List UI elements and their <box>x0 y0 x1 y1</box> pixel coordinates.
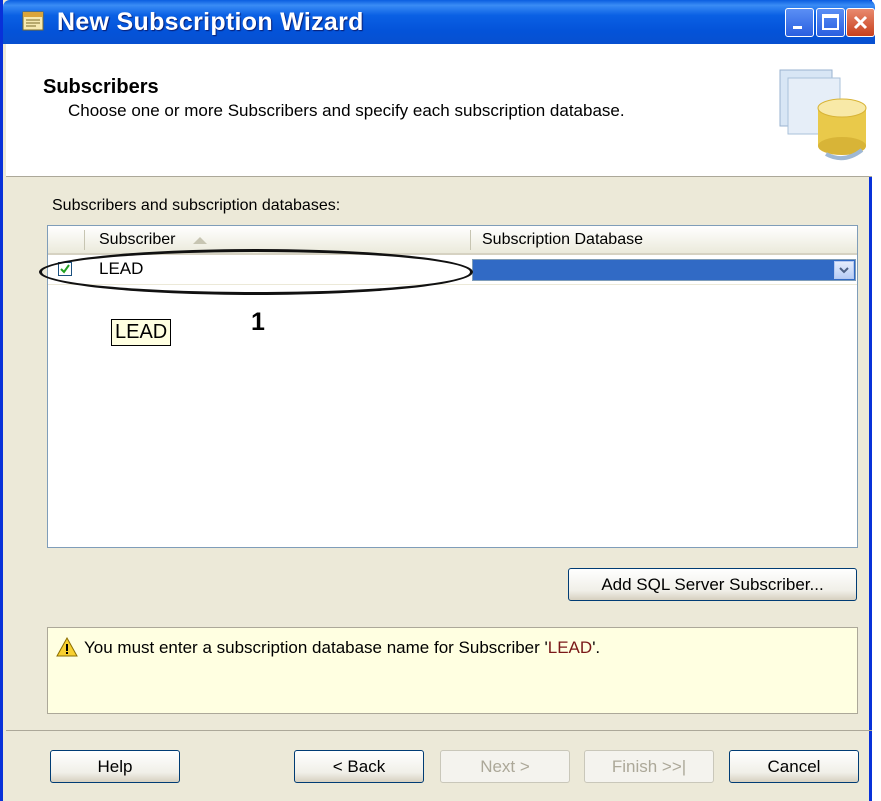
cancel-button[interactable]: Cancel <box>729 750 859 783</box>
column-header-subscription-database[interactable]: Subscription Database <box>482 226 852 253</box>
highlight-annotation <box>39 249 473 295</box>
finish-button[interactable]: Finish >>| <box>584 750 714 783</box>
page-title: Subscribers <box>43 76 159 98</box>
minimize-button[interactable] <box>785 8 814 37</box>
validation-message: You must enter a subscription database n… <box>84 638 600 658</box>
back-button[interactable]: < Back <box>294 750 424 783</box>
maximize-icon <box>822 14 839 30</box>
subscription-database-select[interactable] <box>472 259 856 281</box>
validation-message-panel: You must enter a subscription database n… <box>47 627 858 714</box>
column-header-subscriber-label: Subscriber <box>99 231 176 248</box>
add-sql-server-subscriber-button[interactable]: Add SQL Server Subscriber... <box>568 568 857 601</box>
wizard-window: New Subscription Wizard Subscribers Choo… <box>0 0 875 801</box>
column-separator <box>84 230 85 250</box>
warning-icon <box>56 637 78 657</box>
checkbox-column-header[interactable] <box>48 226 84 253</box>
subscribers-label: Subscribers and subscription databases: <box>52 197 341 214</box>
close-button[interactable] <box>846 8 875 37</box>
database-header-icon <box>779 69 867 161</box>
page-subtitle: Choose one or more Subscribers and speci… <box>68 101 625 120</box>
wizard-app-icon <box>22 11 44 31</box>
validation-message-prefix: You must enter a subscription database n… <box>84 638 548 657</box>
window-title: New Subscription Wizard <box>57 8 364 36</box>
title-bar[interactable]: New Subscription Wizard <box>3 0 875 44</box>
chevron-down-icon <box>839 267 849 274</box>
column-separator <box>470 230 471 250</box>
next-button[interactable]: Next > <box>440 750 570 783</box>
validation-message-subscriber: LEAD <box>547 638 593 657</box>
validation-message-suffix: '. <box>592 638 601 657</box>
footer-divider <box>6 730 872 731</box>
maximize-button[interactable] <box>816 8 845 37</box>
sort-ascending-icon <box>192 236 207 244</box>
subscriber-tooltip: LEAD <box>111 319 172 346</box>
close-icon <box>853 15 868 30</box>
dropdown-button[interactable] <box>834 261 854 279</box>
callout-number: 1 <box>251 308 265 336</box>
help-button[interactable]: Help <box>50 750 180 783</box>
wizard-header: Subscribers Choose one or more Subscribe… <box>6 44 872 177</box>
minimize-icon <box>793 26 802 29</box>
